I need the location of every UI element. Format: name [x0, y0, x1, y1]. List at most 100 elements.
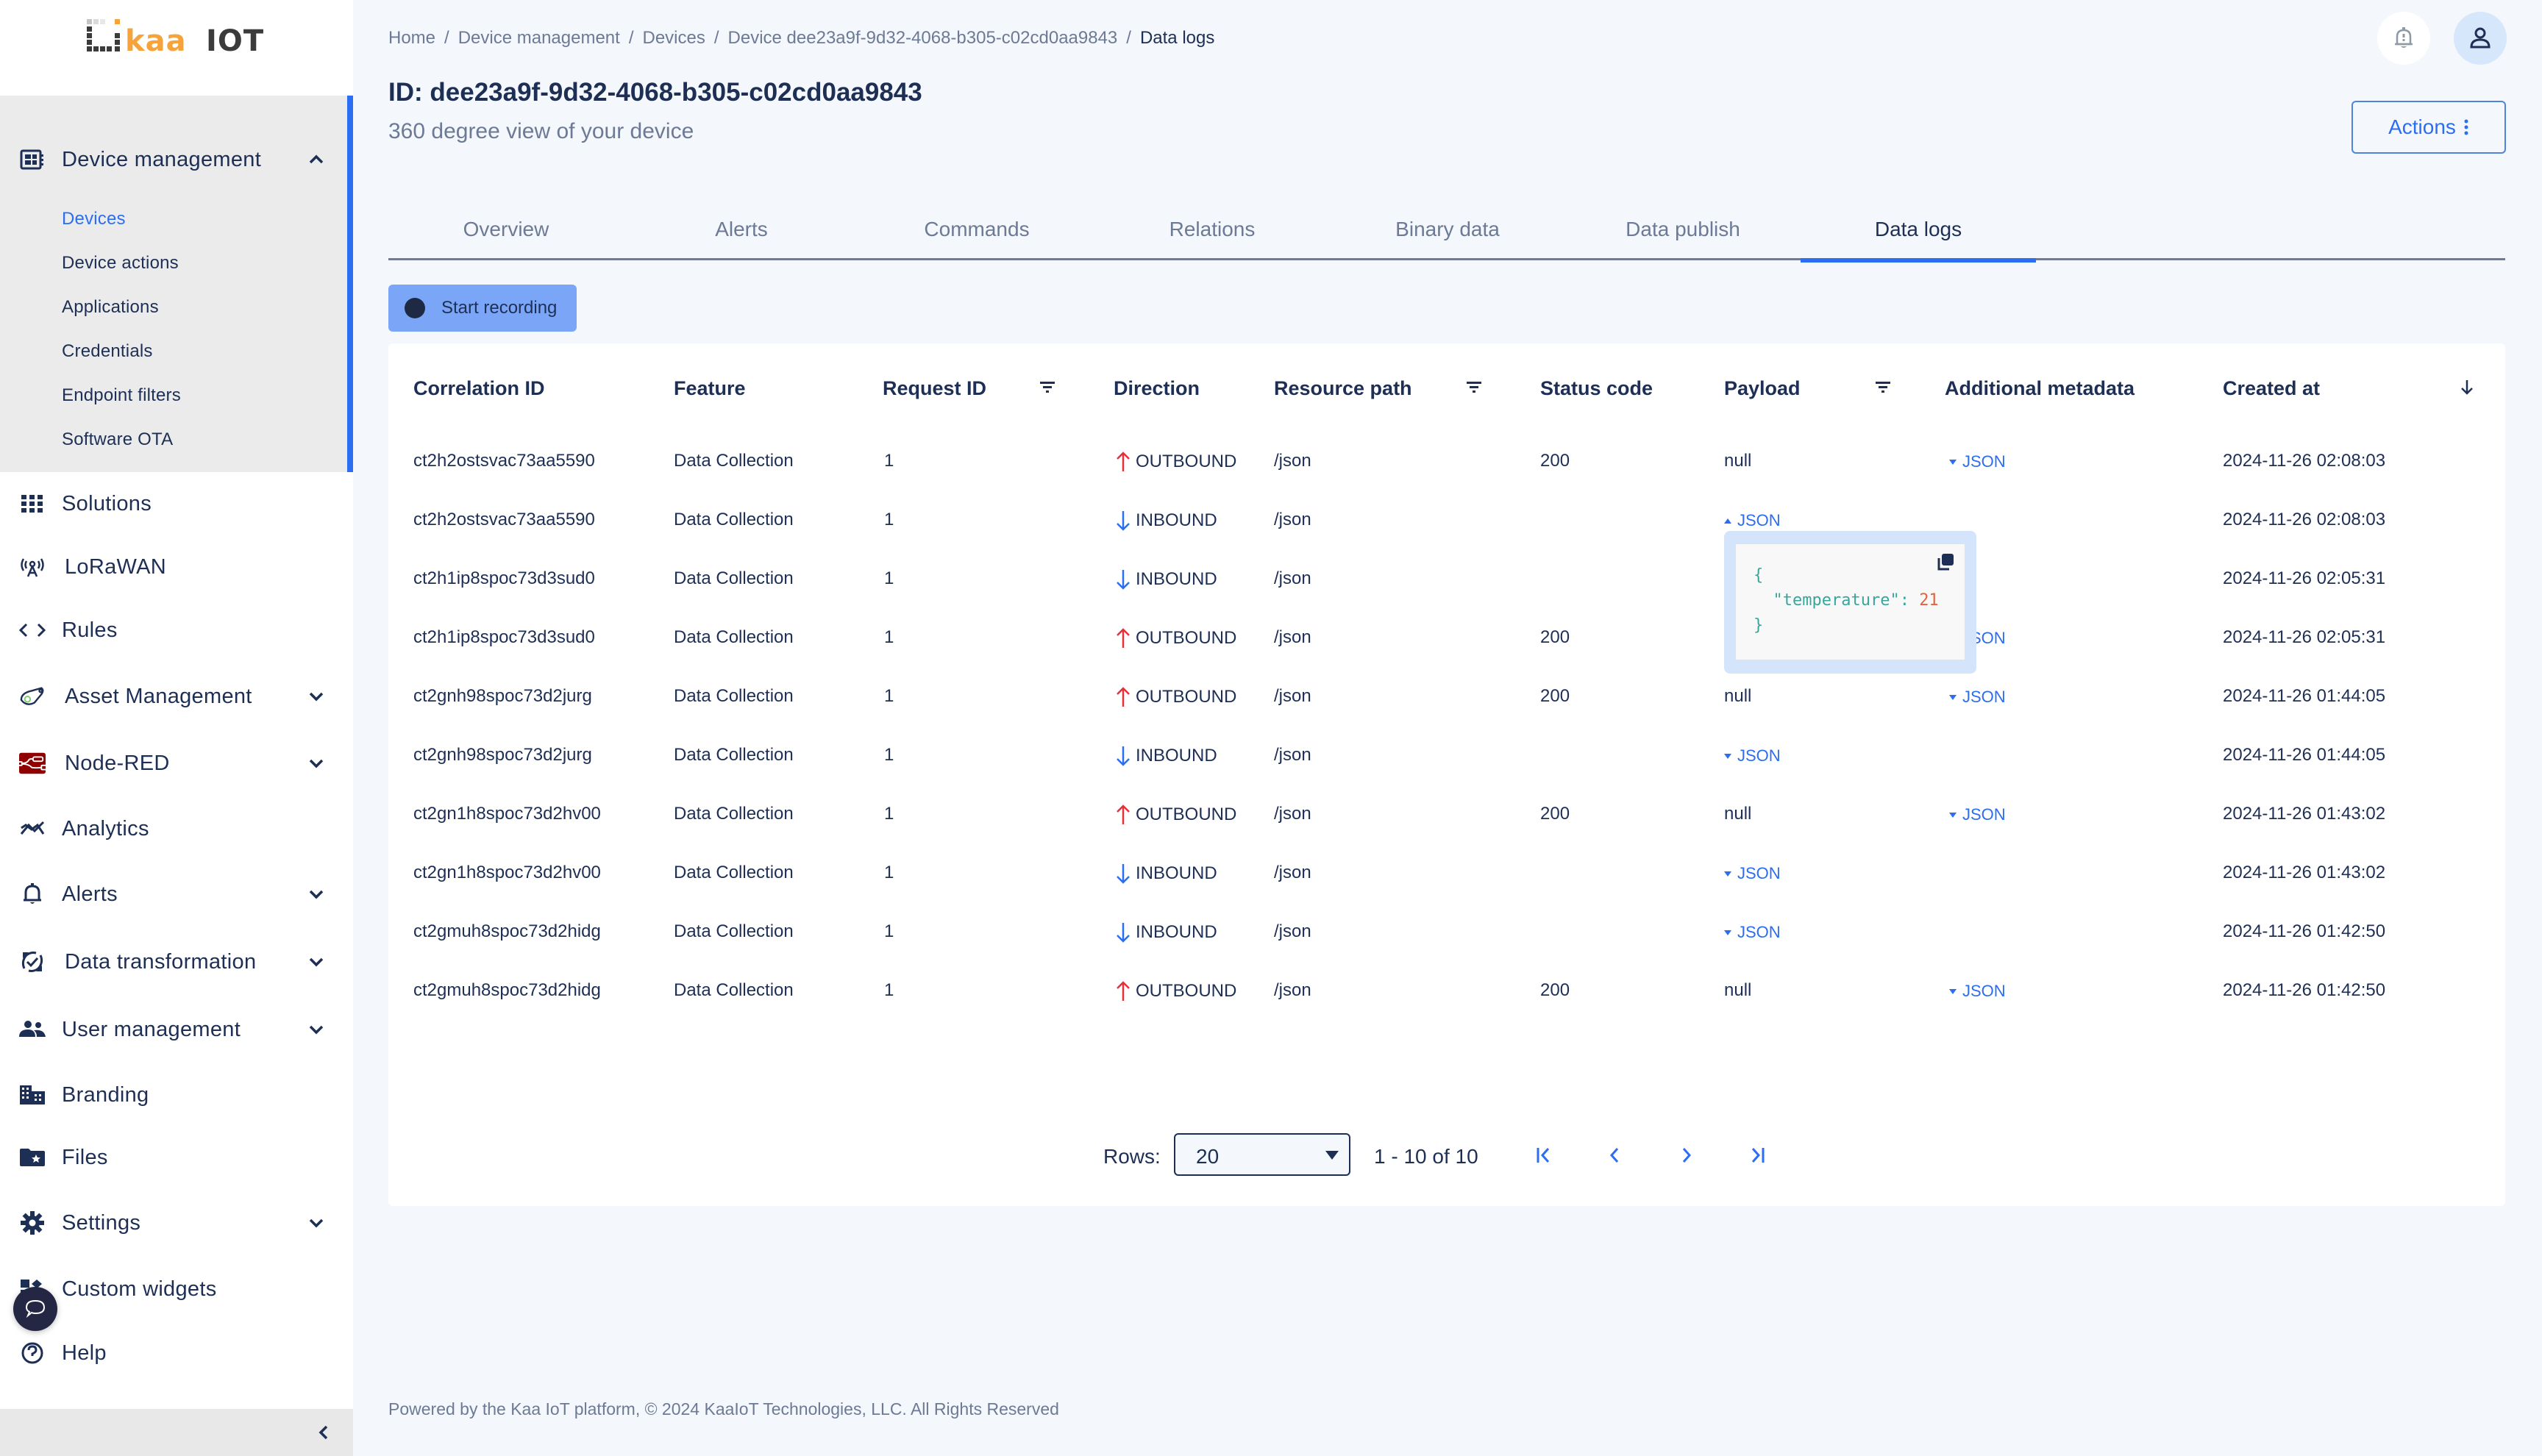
sidebar-item-analytics[interactable]: Analytics: [0, 803, 353, 854]
metadata-json-toggle[interactable]: JSON: [1949, 688, 2006, 707]
direction-label: OUTBOUND: [1136, 804, 1237, 824]
rows-per-page-select[interactable]: 20: [1174, 1133, 1350, 1176]
tab-commands[interactable]: Commands: [859, 199, 1094, 260]
column-header-direction[interactable]: Direction: [1114, 377, 1200, 400]
next-page-button[interactable]: [1671, 1141, 1701, 1170]
sidebar-subitem-endpoint-filters[interactable]: Endpoint filters: [62, 385, 181, 406]
payload-json-toggle[interactable]: JSON: [1724, 511, 1781, 530]
metadata-json-toggle[interactable]: JSON: [1949, 452, 2006, 471]
user-profile-button[interactable]: [2454, 12, 2507, 65]
table-row[interactable]: ct2gmuh8spoc73d2hidg Data Collection 1 OUTB…: [388, 961, 2505, 1020]
column-header-status-code[interactable]: Status code: [1540, 377, 1653, 400]
actions-button[interactable]: Actions: [2351, 101, 2506, 154]
cell-request-id: 1: [884, 921, 894, 941]
caret-up-icon: [1724, 518, 1731, 524]
breadcrumb-home[interactable]: Home: [388, 28, 435, 49]
sidebar-item-user-management[interactable]: User management: [0, 1004, 353, 1055]
sidebar-collapse-bar[interactable]: [0, 1409, 353, 1456]
chevron-left-icon[interactable]: [313, 1422, 334, 1443]
filter-icon[interactable]: [1873, 377, 1893, 398]
chevron-down-icon[interactable]: [305, 950, 328, 974]
table-row[interactable]: ct2h2ostsvac73aa5590 Data Collection 1 OUTB…: [388, 432, 2505, 490]
sidebar-item-rules[interactable]: Rules: [0, 604, 353, 656]
filter-icon[interactable]: [1464, 377, 1484, 398]
chevron-down-icon[interactable]: [305, 1018, 328, 1041]
sidebar-subitem-applications[interactable]: Applications: [62, 297, 159, 318]
sidebar-item-lorawan[interactable]: LoRaWAN: [0, 541, 353, 593]
chevron-down-icon[interactable]: [305, 752, 328, 775]
sidebar-item-branding[interactable]: Branding: [0, 1069, 353, 1121]
sidebar-subitem-software-ota[interactable]: Software OTA: [62, 429, 173, 450]
payload-json-toggle[interactable]: JSON: [1724, 864, 1781, 883]
chevron-down-icon[interactable]: [305, 1211, 328, 1235]
arrow-up-icon: [1117, 452, 1130, 471]
table-row[interactable]: ct2gn1h8spoc73d2hv00 Data Collection 1 INBO…: [388, 843, 2505, 902]
sidebar-item-node-red[interactable]: Node-RED: [0, 738, 353, 789]
sidebar-item-data-transformation[interactable]: Data transformation: [0, 936, 353, 988]
chevron-down-icon[interactable]: [305, 685, 328, 708]
column-header-feature[interactable]: Feature: [674, 377, 746, 400]
column-header-payload[interactable]: Payload: [1724, 377, 1801, 400]
start-recording-button[interactable]: Start recording: [388, 285, 577, 332]
sidebar-item-help[interactable]: Help: [0, 1327, 353, 1379]
table-row[interactable]: ct2h1ip8spoc73d3sud0 Data Collection 1 OUTB…: [388, 608, 2505, 667]
table-row[interactable]: ct2gmuh8spoc73d2hidg Data Collection 1 INBO…: [388, 902, 2505, 961]
table-row[interactable]: ct2gnh98spoc73d2jurg Data Collection 1 OUTB…: [388, 667, 2505, 726]
cell-status-code: 200: [1540, 804, 1570, 824]
sidebar-item-solutions[interactable]: Solutions: [0, 478, 353, 529]
chevron-down-icon[interactable]: [305, 882, 328, 906]
cell-correlation-id: ct2gn1h8spoc73d2hv00: [413, 863, 601, 882]
tab-binary-data[interactable]: Binary data: [1330, 199, 1565, 260]
column-header-request-id[interactable]: Request ID: [883, 377, 986, 400]
table-row[interactable]: ct2gnh98spoc73d2jurg Data Collection 1 INBO…: [388, 726, 2505, 785]
grid-icon: [19, 490, 46, 517]
tab-overview[interactable]: Overview: [388, 199, 624, 260]
tab-data-logs[interactable]: Data logs: [1801, 199, 2036, 263]
sidebar-subitem-devices[interactable]: Devices: [62, 209, 126, 229]
sidebar-item-settings[interactable]: Settings: [0, 1197, 353, 1249]
tab-relations[interactable]: Relations: [1094, 199, 1330, 260]
sidebar-item-alerts[interactable]: Alerts: [0, 868, 353, 920]
json-toggle-label: JSON: [1962, 805, 2006, 824]
sidebar-subitem-credentials[interactable]: Credentials: [62, 341, 153, 362]
chat-support-button[interactable]: [13, 1287, 57, 1331]
cell-correlation-id: ct2gnh98spoc73d2jurg: [413, 686, 592, 706]
sort-descending-icon[interactable]: [2457, 377, 2477, 398]
json-content: { "temperature": 21 }: [1754, 566, 1939, 635]
gear-icon: [19, 1210, 46, 1236]
table-row[interactable]: ct2gn1h8spoc73d2hv00 Data Collection 1 OUTB…: [388, 785, 2505, 843]
first-page-button[interactable]: [1530, 1141, 1559, 1170]
metadata-json-toggle[interactable]: JSON: [1949, 805, 2006, 824]
sidebar-item-files[interactable]: Files: [0, 1132, 353, 1183]
sidebar-subitem-device-actions[interactable]: Device actions: [62, 253, 179, 274]
tab-alerts[interactable]: Alerts: [624, 199, 859, 260]
cell-direction: OUTBOUND: [1114, 451, 1236, 473]
payload-json-toggle[interactable]: JSON: [1724, 923, 1781, 942]
cell-direction: OUTBOUND: [1114, 686, 1236, 708]
table-row[interactable]: ct2h2ostsvac73aa5590 Data Collection 1 INBO…: [388, 490, 2505, 549]
tab-data-publish[interactable]: Data publish: [1565, 199, 1801, 260]
column-header-correlation-id[interactable]: Correlation ID: [413, 377, 545, 400]
chevron-left-icon: [1609, 1148, 1619, 1163]
cell-request-id: 1: [884, 745, 894, 765]
kaaiot-logo[interactable]: kaa IOT: [87, 19, 271, 56]
sidebar-item-device-management[interactable]: Device management: [0, 134, 353, 185]
breadcrumb-device[interactable]: Device dee23a9f-9d32-4068-b305-c02cd0aa9…: [728, 28, 1118, 49]
chevron-up-icon[interactable]: [305, 148, 328, 171]
cell-request-id: 1: [884, 804, 894, 824]
breadcrumb-devices[interactable]: Devices: [643, 28, 705, 49]
sidebar-item-asset-management[interactable]: Asset Management: [0, 671, 353, 722]
column-header-created-at[interactable]: Created at: [2223, 377, 2320, 400]
payload-json-toggle[interactable]: JSON: [1724, 746, 1781, 766]
table-row[interactable]: ct2h1ip8spoc73d3sud0 Data Collection 1 INBO…: [388, 549, 2505, 608]
previous-page-button[interactable]: [1601, 1141, 1630, 1170]
breadcrumb-separator: /: [1126, 28, 1131, 48]
column-header-additional-metadata[interactable]: Additional metadata: [1945, 377, 2135, 400]
notifications-button[interactable]: [2377, 12, 2430, 65]
column-header-resource-path[interactable]: Resource path: [1274, 377, 1412, 400]
cell-correlation-id: ct2h1ip8spoc73d3sud0: [413, 627, 595, 647]
last-page-button[interactable]: [1742, 1141, 1771, 1170]
filter-icon[interactable]: [1037, 377, 1058, 398]
metadata-json-toggle[interactable]: JSON: [1949, 982, 2006, 1001]
breadcrumb-device-management[interactable]: Device management: [458, 28, 620, 49]
